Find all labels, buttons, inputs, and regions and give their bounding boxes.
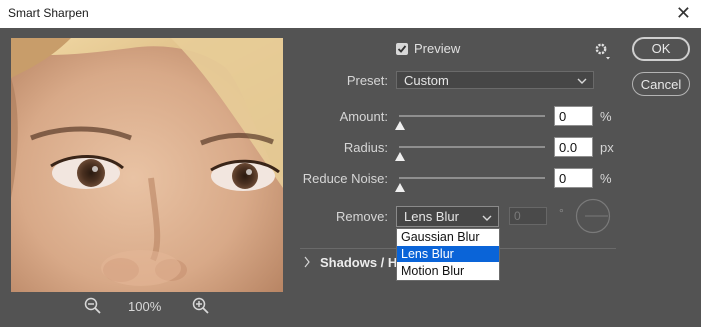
radius-slider[interactable] <box>399 146 545 148</box>
dropdown-option-gaussian-blur[interactable]: Gaussian Blur <box>397 229 499 245</box>
reduce-noise-input[interactable]: 0 <box>554 168 593 188</box>
remove-dropdown-menu: Gaussian Blur Lens Blur Motion Blur <box>396 228 500 281</box>
zoom-out-icon[interactable] <box>84 297 102 315</box>
reduce-noise-unit: % <box>600 171 612 186</box>
reduce-noise-slider-thumb[interactable] <box>395 180 405 192</box>
amount-slider[interactable] <box>399 115 545 117</box>
window-title: Smart Sharpen <box>8 6 89 20</box>
radius-input[interactable]: 0.0 <box>554 137 593 157</box>
radius-label: Radius: <box>343 140 388 155</box>
zoom-bar: 100% <box>78 297 218 319</box>
checkmark-icon <box>397 45 407 53</box>
preset-value: Custom <box>404 73 449 88</box>
amount-label: Amount: <box>339 109 388 124</box>
remove-select[interactable]: Lens Blur <box>396 206 499 227</box>
preview-label: Preview <box>414 41 461 56</box>
reduce-noise-slider[interactable] <box>399 177 545 179</box>
title-bar: Smart Sharpen ✕ <box>0 0 701 28</box>
chevron-right-icon <box>303 255 311 272</box>
portrait-image <box>11 38 283 292</box>
close-icon[interactable]: ✕ <box>676 3 691 24</box>
angle-input[interactable]: 0 <box>509 207 547 225</box>
shadows-section-label: Shadows / H <box>320 255 398 270</box>
chevron-down-icon <box>577 74 587 89</box>
cancel-button[interactable]: Cancel <box>632 72 690 96</box>
amount-unit: % <box>600 109 612 124</box>
dropdown-option-motion-blur[interactable]: Motion Blur <box>397 263 499 279</box>
remove-value: Lens Blur <box>404 209 459 224</box>
radius-unit: px <box>600 140 614 155</box>
reduce-noise-label: Reduce Noise: <box>302 171 388 186</box>
dropdown-option-lens-blur[interactable]: Lens Blur <box>397 246 499 262</box>
remove-label: Remove: <box>335 209 388 224</box>
angle-unit: ° <box>559 206 564 220</box>
zoom-level: 100% <box>128 299 162 314</box>
gear-icon[interactable] <box>592 40 614 62</box>
zoom-in-icon[interactable] <box>192 297 210 315</box>
preview-checkbox[interactable] <box>396 43 408 55</box>
angle-dial-icon[interactable] <box>575 198 611 234</box>
ok-button[interactable]: OK <box>632 37 690 61</box>
preview-image[interactable] <box>11 38 283 292</box>
preset-select[interactable]: Custom <box>396 71 594 89</box>
amount-input[interactable]: 0 <box>554 106 593 126</box>
chevron-down-icon <box>482 211 492 226</box>
preset-label: Preset: <box>346 73 388 88</box>
radius-slider-thumb[interactable] <box>395 149 405 161</box>
amount-slider-thumb[interactable] <box>395 118 405 130</box>
